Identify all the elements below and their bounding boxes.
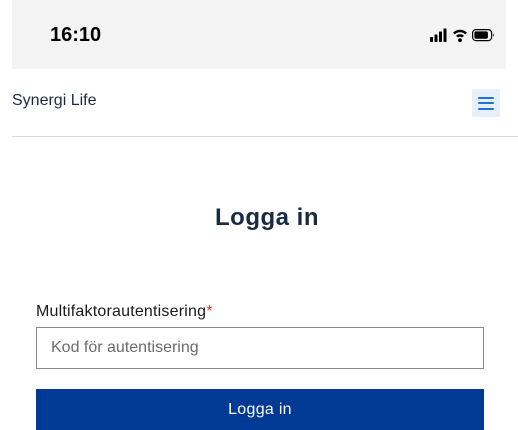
hamburger-menu-icon bbox=[478, 96, 494, 110]
cellular-signal-icon bbox=[430, 28, 447, 42]
menu-button[interactable] bbox=[472, 89, 500, 117]
status-time: 16:10 bbox=[50, 24, 102, 46]
page-title: Logga in bbox=[215, 204, 319, 231]
status-bar: 16:10 bbox=[12, 0, 506, 69]
app-header: Synergi Life bbox=[0, 69, 518, 135]
battery-icon bbox=[472, 29, 494, 42]
mfa-field-label: Multifaktorautentisering* bbox=[36, 303, 213, 321]
brand-name[interactable]: Synergi Life bbox=[12, 92, 97, 110]
mfa-label-text: Multifaktorautentisering bbox=[36, 303, 207, 320]
header-divider bbox=[12, 136, 518, 137]
status-icons bbox=[430, 27, 496, 43]
wifi-icon bbox=[453, 29, 467, 43]
login-button[interactable]: Logga in bbox=[36, 389, 484, 430]
login-page: 16:10 Synergi Life Logga in Multifaktora… bbox=[0, 0, 518, 430]
mfa-code-input[interactable] bbox=[36, 327, 484, 369]
required-marker: * bbox=[206, 303, 213, 320]
